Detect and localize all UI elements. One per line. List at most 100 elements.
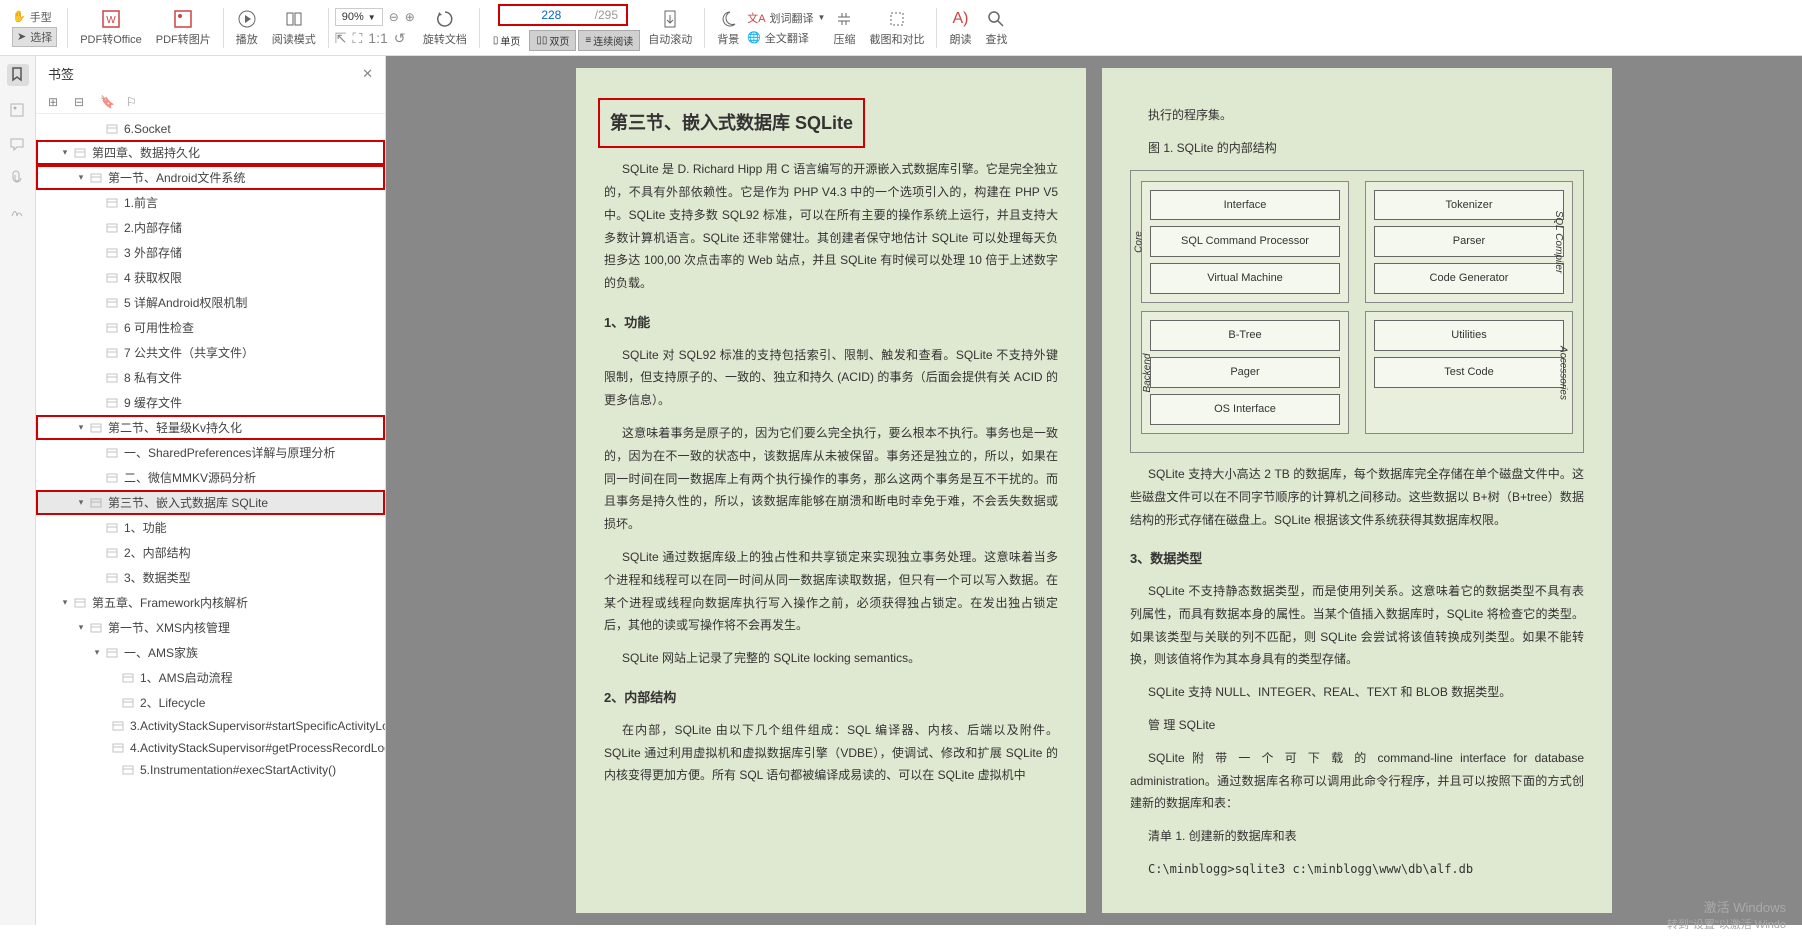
bookmark-item[interactable]: 2、内部结构	[36, 540, 385, 565]
thumbnail-tab-icon[interactable]	[9, 102, 27, 120]
close-icon[interactable]: ✕	[362, 66, 373, 82]
toggle-icon[interactable]: ▾	[92, 648, 102, 658]
bookmark-item[interactable]: 9 缓存文件	[36, 390, 385, 415]
bookmark-item[interactable]: 1、功能	[36, 515, 385, 540]
toggle-icon[interactable]: ▾	[76, 498, 86, 508]
actual-size-icon[interactable]: 1:1	[368, 30, 387, 47]
bookmark-item[interactable]: ▾第五章、Framework内核解析	[36, 590, 385, 615]
read-aloud[interactable]: A)朗读	[943, 7, 977, 49]
figure-caption: 图 1. SQLite 的内部结构	[1130, 137, 1584, 160]
toggle-icon[interactable]	[92, 573, 102, 583]
toggle-icon[interactable]	[108, 673, 118, 683]
signature-tab-icon[interactable]	[9, 204, 27, 222]
hand-tool[interactable]: ✋手型	[12, 9, 57, 25]
bookmark-item[interactable]: 4 获取权限	[36, 265, 385, 290]
page-input[interactable]: 228/295	[498, 4, 628, 26]
bookmark-item[interactable]: ▾第三节、嵌入式数据库 SQLite	[36, 490, 385, 515]
toggle-icon[interactable]	[92, 448, 102, 458]
rotate-doc[interactable]: 旋转文档	[417, 7, 473, 49]
bookmark-flag-icon[interactable]: ⚐	[126, 95, 140, 109]
bookmark-item[interactable]: ▾第一节、XMS内核管理	[36, 615, 385, 640]
comment-tab-icon[interactable]	[9, 136, 27, 154]
bookmark-item[interactable]: 5 详解Android权限机制	[36, 290, 385, 315]
bookmark-item[interactable]: 1.前言	[36, 190, 385, 215]
book-icon	[284, 9, 304, 29]
toggle-icon[interactable]	[92, 273, 102, 283]
select-tool[interactable]: ➤选择	[12, 27, 57, 47]
bookmark-label: 一、AMS家族	[124, 644, 198, 661]
bookmark-item[interactable]: 2、Lifecycle	[36, 690, 385, 715]
bookmark-item[interactable]: 6.Socket	[36, 118, 385, 140]
full-translate[interactable]: 🌐全文翻译	[747, 30, 825, 46]
bookmark-item[interactable]: 1、AMS启动流程	[36, 665, 385, 690]
bookmark-node-icon	[112, 742, 124, 754]
toggle-icon[interactable]	[92, 523, 102, 533]
toggle-icon[interactable]	[92, 473, 102, 483]
pdf-to-office[interactable]: WPDF转Office	[74, 7, 148, 49]
document-view[interactable]: 第三节、嵌入式数据库 SQLite SQLite 是 D. Richard Hi…	[386, 56, 1802, 925]
toggle-icon[interactable]	[92, 323, 102, 333]
toggle-icon[interactable]	[92, 198, 102, 208]
pdf-to-image[interactable]: PDF转图片	[150, 7, 217, 49]
expand-all-icon[interactable]: ⊞	[48, 95, 62, 109]
toggle-icon[interactable]	[92, 223, 102, 233]
collapse-all-icon[interactable]: ⊟	[74, 95, 88, 109]
bookmark-item[interactable]: 8 私有文件	[36, 365, 385, 390]
bookmark-item[interactable]: 2.内部存储	[36, 215, 385, 240]
bookmark-item[interactable]: 3、数据类型	[36, 565, 385, 590]
bookmark-item[interactable]: 4.ActivityStackSupervisor#getProcessReco…	[36, 737, 385, 759]
page-layout-group: ▯单页 ▯▯双页 ≡连续阅读	[486, 30, 640, 51]
toggle-icon[interactable]: ▾	[60, 598, 70, 608]
bookmark-item[interactable]: 7 公共文件（共享文件）	[36, 340, 385, 365]
toggle-icon[interactable]	[92, 298, 102, 308]
toggle-icon[interactable]: ▾	[76, 173, 86, 183]
add-bookmark-icon[interactable]: 🔖	[100, 95, 114, 109]
zoom-select[interactable]: 90%▼	[335, 8, 383, 26]
toggle-icon[interactable]	[108, 765, 118, 775]
word-translate[interactable]: 文A划词翻译▼	[747, 10, 825, 26]
zoom-in-icon[interactable]: ⊕	[405, 10, 415, 24]
bookmark-item[interactable]: 3 外部存储	[36, 240, 385, 265]
fit-width-icon[interactable]: ⇱	[335, 30, 347, 47]
read-mode[interactable]: 阅读模式	[266, 7, 322, 49]
rotate-left-icon[interactable]: ↺	[394, 30, 406, 47]
play-button[interactable]: 播放	[230, 7, 264, 49]
crop-compare[interactable]: 截图和对比	[863, 7, 930, 49]
paragraph: 清单 1. 创建新的数据库和表	[1130, 825, 1584, 848]
paragraph: 管 理 SQLite	[1130, 714, 1584, 737]
bookmark-item[interactable]: 一、SharedPreferences详解与原理分析	[36, 440, 385, 465]
find[interactable]: 查找	[979, 7, 1013, 49]
toggle-icon[interactable]	[92, 398, 102, 408]
bookmark-tab-icon[interactable]	[7, 64, 29, 86]
toggle-icon[interactable]: ▾	[76, 623, 86, 633]
bookmark-header: 书签 ✕	[36, 56, 385, 91]
code-line: C:\minblogg>sqlite3 c:\minblogg\www\db\a…	[1130, 858, 1584, 881]
double-page[interactable]: ▯▯双页	[529, 30, 576, 51]
toggle-icon[interactable]: ▾	[60, 148, 70, 158]
toggle-icon[interactable]	[92, 373, 102, 383]
bookmark-item[interactable]: 3.ActivityStackSupervisor#startSpecificA…	[36, 715, 385, 737]
bookmark-item[interactable]: ▾第四章、数据持久化	[36, 140, 385, 165]
bookmark-label: 第一节、Android文件系统	[108, 169, 245, 186]
bookmark-item[interactable]: 二、微信MMKV源码分析	[36, 465, 385, 490]
toggle-icon[interactable]	[92, 124, 102, 134]
toggle-icon[interactable]	[108, 698, 118, 708]
auto-scroll[interactable]: 自动滚动	[642, 7, 698, 49]
attachment-tab-icon[interactable]	[9, 170, 27, 188]
toggle-icon[interactable]	[92, 248, 102, 258]
toggle-icon[interactable]	[92, 548, 102, 558]
background[interactable]: 背景	[711, 7, 745, 49]
bookmark-item[interactable]: ▾ 第一节、Android文件系统	[36, 165, 385, 190]
bookmark-tree[interactable]: 6.Socket▾第四章、数据持久化▾第一节、Android文件系统1.前言2.…	[36, 114, 385, 925]
bookmark-item[interactable]: 5.Instrumentation#execStartActivity()	[36, 759, 385, 781]
compress[interactable]: 压缩	[827, 7, 861, 49]
bookmark-item[interactable]: ▾第二节、轻量级Kv持久化	[36, 415, 385, 440]
fit-page-icon[interactable]: ⛶	[352, 30, 362, 47]
zoom-out-icon[interactable]: ⊖	[389, 10, 399, 24]
bookmark-item[interactable]: 6 可用性检查	[36, 315, 385, 340]
single-page[interactable]: ▯单页	[486, 30, 528, 51]
bookmark-item[interactable]: ▾ 一、AMS家族	[36, 640, 385, 665]
toggle-icon[interactable]: ▾	[76, 423, 86, 433]
continuous-read[interactable]: ≡连续阅读	[578, 30, 640, 51]
toggle-icon[interactable]	[92, 348, 102, 358]
